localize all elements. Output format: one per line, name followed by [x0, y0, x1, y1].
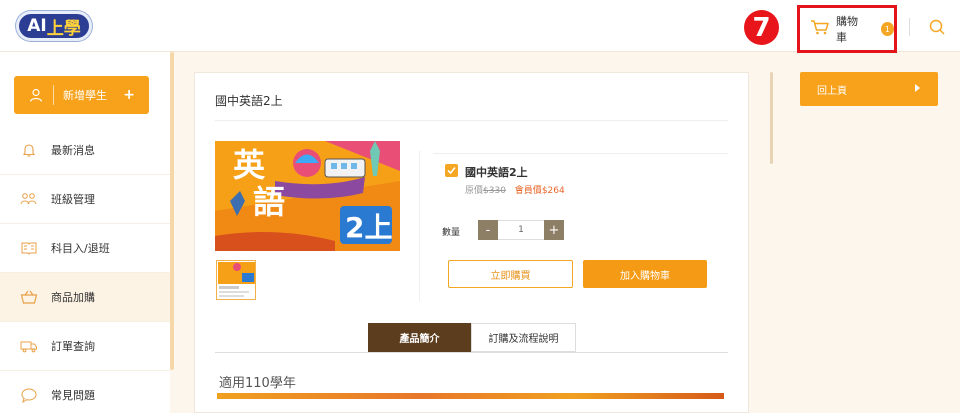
quantity-increase-button[interactable]: +: [544, 220, 564, 240]
logo-text-school: 上學: [46, 18, 81, 39]
add-student-button[interactable]: 新增學生 +: [14, 76, 149, 114]
sidebar-item-label: 最新消息: [51, 144, 95, 157]
sidebar-item-orders[interactable]: 訂單查詢: [0, 322, 170, 371]
sidebar-item-subjects[interactable]: 科目入/退班: [0, 224, 170, 273]
price-row: 原價$330 會員價$264: [465, 183, 565, 196]
option-name: 國中英語2上: [465, 166, 528, 179]
content-banner: [217, 393, 724, 399]
top-divider: [909, 18, 910, 36]
top-bar: AI 上學 7 購物車 1: [0, 0, 960, 53]
sidebar-item-label: 常見問題: [51, 389, 95, 402]
back-label: 回上頁: [817, 85, 847, 97]
sidebar-item-news[interactable]: 最新消息: [0, 126, 170, 175]
original-price-label: 原價: [465, 186, 484, 196]
chat-icon: [20, 386, 38, 404]
sidebar-item-label: 班級管理: [51, 193, 95, 206]
search-icon[interactable]: [928, 18, 946, 36]
logo[interactable]: AI 上學: [16, 11, 92, 41]
person-icon: [29, 88, 43, 102]
sidebar-scrollbar[interactable]: [170, 52, 174, 370]
quantity-input[interactable]: 1: [498, 220, 544, 240]
book-icon: [20, 239, 38, 257]
plus-icon: +: [123, 87, 135, 103]
sidebar-nav: 最新消息 班級管理 科目入/退班 商品加購 訂單查詢 常見問題: [0, 126, 170, 413]
svg-text:語: 語: [253, 183, 285, 221]
cart-label: 購物車: [836, 15, 858, 44]
annotation-marker: 7: [744, 10, 779, 45]
divider: [419, 151, 420, 301]
back-button[interactable]: 回上頁: [800, 72, 938, 106]
sidebar-item-label: 科目入/退班: [51, 242, 110, 255]
cart-icon: [810, 19, 830, 39]
product-option: 國中英語2上 原價$330 會員價$264: [433, 153, 728, 197]
bell-icon: [20, 141, 38, 159]
quantity-label: 數量: [442, 228, 461, 238]
sidebar-item-label: 商品加購: [51, 291, 95, 304]
product-image[interactable]: 英 語 2上: [215, 141, 400, 251]
sidebar-item-label: 訂單查詢: [51, 340, 95, 353]
sidebar: 新增學生 + 最新消息 班級管理 科目入/退班 商品加購 訂單查詢 常見問題: [0, 52, 170, 413]
logo-text-ai: AI: [27, 16, 47, 36]
content-scrollbar[interactable]: [770, 72, 773, 164]
tab-product-intro[interactable]: 產品簡介: [368, 323, 471, 352]
truck-icon: [20, 337, 38, 355]
cart-button[interactable]: 購物車 1: [797, 5, 897, 53]
original-price: $330: [483, 186, 506, 196]
add-to-cart-button[interactable]: 加入購物車: [583, 260, 707, 288]
product-thumbnail[interactable]: [216, 260, 256, 300]
add-student-separator: [53, 85, 54, 105]
sidebar-item-class[interactable]: 班級管理: [0, 175, 170, 224]
quantity-decrease-button[interactable]: -: [478, 220, 498, 240]
option-checkbox[interactable]: [445, 164, 458, 177]
cart-count-badge: 1: [880, 22, 894, 36]
image-badge: 2上: [345, 211, 392, 244]
divider: [215, 120, 728, 121]
basket-icon: [20, 288, 38, 306]
arrow-right-icon: [915, 84, 920, 92]
product-card: 國中英語2上 英 語 2上 國中英語2上 原價$330 會員價$264 數量 -…: [194, 72, 749, 413]
product-title: 國中英語2上: [215, 94, 283, 108]
sidebar-item-faq[interactable]: 常見問題: [0, 371, 170, 413]
tab-underline: [215, 352, 728, 353]
image-text-main: 英: [233, 146, 266, 184]
buy-now-button[interactable]: 立即購買: [448, 260, 573, 288]
member-price: $264: [541, 186, 565, 196]
add-student-label: 新增學生: [63, 89, 107, 102]
member-price-label: 會員價: [514, 186, 542, 196]
tab-order-flow[interactable]: 訂購及流程說明: [471, 323, 576, 352]
sidebar-item-purchase[interactable]: 商品加購: [0, 273, 170, 322]
people-icon: [20, 190, 38, 208]
applicable-year: 適用110學年: [219, 376, 296, 391]
